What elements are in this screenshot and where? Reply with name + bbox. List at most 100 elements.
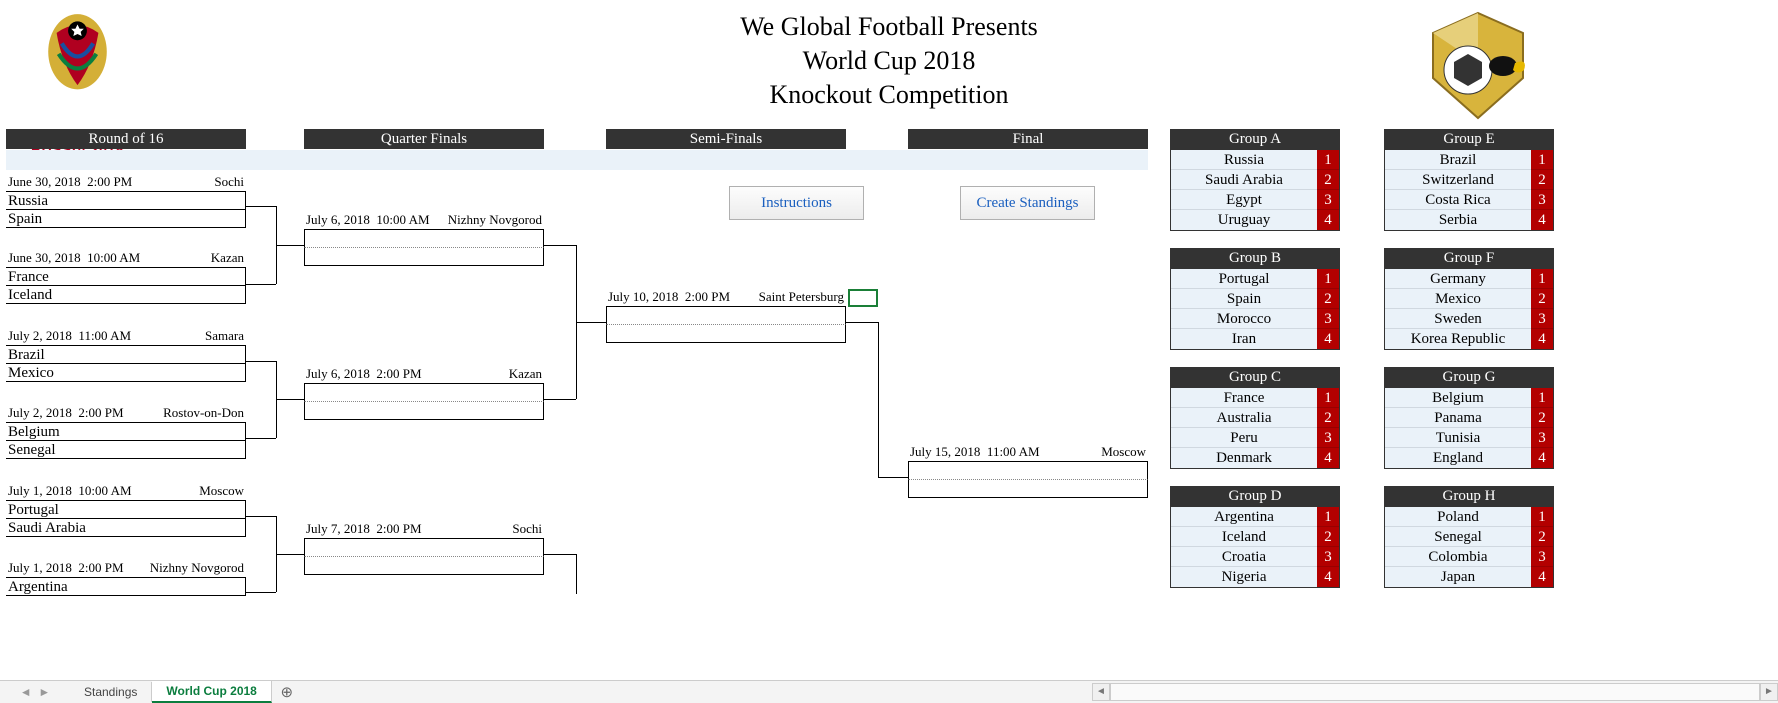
sheet-tab-standings[interactable]: Standings <box>70 682 152 702</box>
group-b: Group B Portugal1 Spain2 Morocco3 Iran4 <box>1170 248 1340 350</box>
team-cell[interactable] <box>304 539 544 557</box>
group-header: Group A <box>1170 129 1340 149</box>
r16-match-4: July 2, 2018 2:00 PMRostov-on-Don Belgiu… <box>6 405 246 459</box>
group-team: Saudi Arabia <box>1171 170 1317 190</box>
group-h: Group H Poland1 Senegal2 Colombia3 Japan… <box>1384 486 1554 588</box>
team-cell[interactable] <box>908 480 1148 498</box>
team-cell[interactable] <box>606 307 846 325</box>
group-team: Australia <box>1171 408 1317 428</box>
group-rank: 3 <box>1531 547 1553 567</box>
group-rank: 2 <box>1531 289 1553 309</box>
group-rank: 2 <box>1317 289 1339 309</box>
group-team: Belgium <box>1385 388 1531 408</box>
group-rank: 2 <box>1317 408 1339 428</box>
team-cell[interactable] <box>304 557 544 575</box>
group-rank: 3 <box>1317 190 1339 210</box>
group-header: Group D <box>1170 486 1340 506</box>
title-line-1: We Global Football Presents <box>0 10 1778 44</box>
add-sheet-button[interactable]: ⊕ <box>272 683 302 701</box>
group-rank: 4 <box>1531 210 1553 230</box>
team-cell[interactable]: Saudi Arabia <box>6 519 246 537</box>
r16-match-1: June 30, 2018 2:00 PMSochi Russia Spain <box>6 174 246 228</box>
group-rank: 4 <box>1531 329 1553 349</box>
group-rank: 3 <box>1317 428 1339 448</box>
group-rank: 1 <box>1531 150 1553 170</box>
team-cell[interactable]: Argentina <box>6 578 246 596</box>
create-standings-button[interactable]: Create Standings <box>960 186 1095 220</box>
group-rank: 1 <box>1317 507 1339 527</box>
group-rank: 2 <box>1531 527 1553 547</box>
group-team: Panama <box>1385 408 1531 428</box>
group-header: Group E <box>1384 129 1554 149</box>
team-cell[interactable]: Spain <box>6 210 246 228</box>
group-g: Group G Belgium1 Panama2 Tunisia3 Englan… <box>1384 367 1554 469</box>
team-cell[interactable] <box>304 248 544 266</box>
title-line-2: World Cup 2018 <box>0 44 1778 78</box>
sheet-tab-bar: ◄ ► Standings World Cup 2018 ⊕ ◄ ► <box>0 680 1778 703</box>
group-team: Croatia <box>1171 547 1317 567</box>
group-rank: 1 <box>1317 150 1339 170</box>
group-rank: 3 <box>1531 309 1553 329</box>
active-cell-selection[interactable] <box>848 289 878 307</box>
group-team: Portugal <box>1171 269 1317 289</box>
group-team: Costa Rica <box>1385 190 1531 210</box>
group-rank: 3 <box>1531 428 1553 448</box>
group-rank: 1 <box>1317 269 1339 289</box>
group-rank: 3 <box>1317 547 1339 567</box>
group-team: Korea Republic <box>1385 329 1531 349</box>
group-team: Switzerland <box>1385 170 1531 190</box>
team-cell[interactable] <box>606 325 846 343</box>
group-e: Group E Brazil1 Switzerland2 Costa Rica3… <box>1384 129 1554 231</box>
team-cell[interactable]: Iceland <box>6 286 246 304</box>
group-team: Serbia <box>1385 210 1531 230</box>
qf-match-2: July 6, 2018 2:00 PMKazan <box>304 366 544 420</box>
group-team: Germany <box>1385 269 1531 289</box>
group-team: Japan <box>1385 567 1531 587</box>
r16-match-6: July 1, 2018 2:00 PMNizhny Novgorod Arge… <box>6 560 246 596</box>
group-team: Russia <box>1171 150 1317 170</box>
group-team: Poland <box>1385 507 1531 527</box>
team-cell[interactable] <box>908 462 1148 480</box>
hscroll-right-button[interactable]: ► <box>1760 683 1778 701</box>
sheet-tab-worldcup2018[interactable]: World Cup 2018 <box>152 681 271 703</box>
team-cell[interactable]: Brazil <box>6 346 246 364</box>
group-team: Senegal <box>1385 527 1531 547</box>
group-c: Group C France1 Australia2 Peru3 Denmark… <box>1170 367 1340 469</box>
group-rank: 2 <box>1317 527 1339 547</box>
team-cell[interactable] <box>304 402 544 420</box>
hscroll-track[interactable] <box>1110 683 1760 701</box>
group-rank: 4 <box>1317 329 1339 349</box>
group-f: Group F Germany1 Mexico2 Sweden3 Korea R… <box>1384 248 1554 350</box>
team-cell[interactable]: Senegal <box>6 441 246 459</box>
group-rank: 2 <box>1531 170 1553 190</box>
group-team: Argentina <box>1171 507 1317 527</box>
group-rank: 1 <box>1531 507 1553 527</box>
group-rank: 1 <box>1317 388 1339 408</box>
team-cell[interactable]: Mexico <box>6 364 246 382</box>
sheet-nav-arrows[interactable]: ◄ ► <box>0 685 70 699</box>
team-cell[interactable] <box>304 384 544 402</box>
group-header: Group G <box>1384 367 1554 387</box>
team-cell[interactable] <box>304 230 544 248</box>
group-rank: 4 <box>1531 448 1553 468</box>
team-cell[interactable]: France <box>6 268 246 286</box>
qf-match-3: July 7, 2018 2:00 PMSochi <box>304 521 544 575</box>
hscroll-left-button[interactable]: ◄ <box>1092 683 1110 701</box>
team-cell[interactable]: Belgium <box>6 423 246 441</box>
team-cell[interactable]: Portugal <box>6 501 246 519</box>
instructions-button[interactable]: Instructions <box>729 186 864 220</box>
group-rank: 3 <box>1317 309 1339 329</box>
create-standings-label: Create Standings <box>976 195 1078 212</box>
group-d: Group D Argentina1 Iceland2 Croatia3 Nig… <box>1170 486 1340 588</box>
r16-match-2: June 30, 2018 10:00 AMKazan France Icela… <box>6 250 246 304</box>
group-rank: 4 <box>1531 567 1553 587</box>
group-team: Tunisia <box>1385 428 1531 448</box>
team-cell[interactable]: Russia <box>6 192 246 210</box>
group-team: Iran <box>1171 329 1317 349</box>
group-team: Morocco <box>1171 309 1317 329</box>
group-team: Iceland <box>1171 527 1317 547</box>
r16-match-3: July 2, 2018 11:00 AMSamara Brazil Mexic… <box>6 328 246 382</box>
title-line-3: Knockout Competition <box>0 78 1778 112</box>
group-team: England <box>1385 448 1531 468</box>
round-header-final: Final <box>908 129 1148 149</box>
